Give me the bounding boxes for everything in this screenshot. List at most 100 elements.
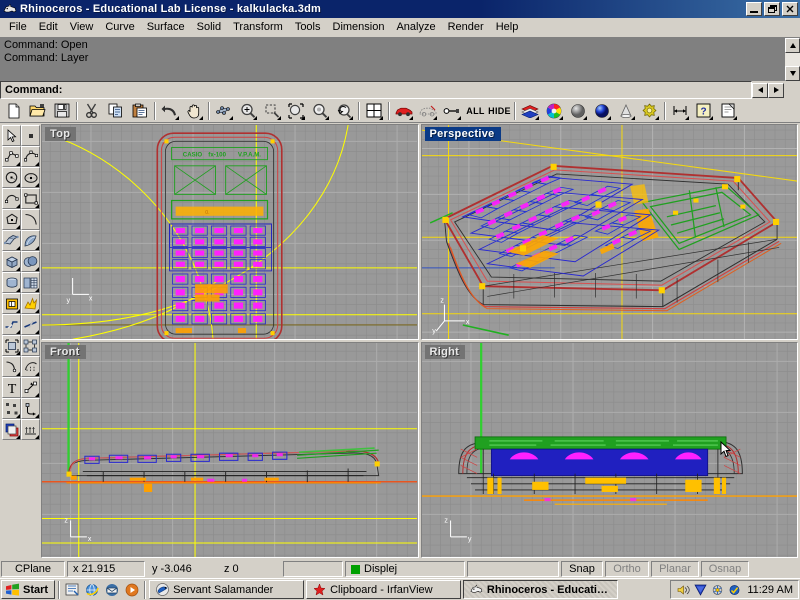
help-icon[interactable]: ? — [692, 99, 715, 122]
text-tool-icon[interactable]: T — [2, 377, 21, 398]
save-file-icon[interactable] — [50, 99, 73, 122]
command-input[interactable]: Command: — [0, 81, 752, 99]
taskitem-rhinoceros[interactable]: Rhinoceros - Educatio... — [463, 580, 619, 599]
ungroup-objects-icon[interactable] — [21, 335, 40, 356]
rotate-view-icon[interactable] — [212, 99, 235, 122]
polygon-icon[interactable] — [2, 209, 21, 230]
select-all-button[interactable]: ALL — [464, 99, 487, 122]
viewport-front[interactable]: xz Front — [41, 342, 419, 558]
circle-icon[interactable] — [2, 167, 21, 188]
ellipse-icon[interactable] — [21, 167, 40, 188]
select-arrow-icon[interactable] — [2, 125, 21, 146]
select-object-car-icon[interactable] — [392, 99, 415, 122]
revolve-solid-icon[interactable] — [2, 272, 21, 293]
extrude-icon[interactable] — [21, 419, 40, 440]
group-objects-icon[interactable] — [2, 335, 21, 356]
command-history-text[interactable]: Command: Open Command: Layer — [0, 38, 784, 81]
mesh-from-surface-icon[interactable] — [21, 272, 40, 293]
command-hscrollbar[interactable] — [752, 81, 800, 99]
undo-icon[interactable] — [158, 99, 181, 122]
taskitem-irfanview[interactable]: Clipboard - IrfanView — [306, 580, 462, 599]
close-button[interactable] — [782, 2, 798, 16]
zoom-selected-icon[interactable] — [308, 99, 331, 122]
scroll-track[interactable] — [785, 53, 800, 66]
menu-solid[interactable]: Solid — [191, 19, 227, 35]
menu-view[interactable]: View — [64, 19, 100, 35]
pan-hand-icon[interactable] — [182, 99, 205, 122]
scroll-up-button[interactable] — [785, 38, 800, 53]
menu-analyze[interactable]: Analyze — [390, 19, 441, 35]
command-history-scrollbar[interactable] — [784, 38, 800, 81]
taskitem-servant-salamander[interactable]: Servant Salamander — [149, 580, 305, 599]
bend-icon[interactable] — [21, 398, 40, 419]
scroll-left-button[interactable] — [752, 82, 768, 98]
split-icon[interactable] — [2, 314, 21, 335]
shaded-view-icon[interactable] — [566, 99, 589, 122]
copy-icon[interactable] — [104, 99, 127, 122]
viewport-top[interactable]: CASIO fx-100 V.P.A.M. 0. x y Top — [41, 124, 419, 340]
select-none-car-icon[interactable] — [416, 99, 439, 122]
surface-revolve-icon[interactable] — [21, 230, 40, 251]
scroll-down-button[interactable] — [785, 66, 800, 81]
zoom-previous-icon[interactable] — [332, 99, 355, 122]
trim-icon[interactable] — [2, 293, 21, 314]
curve-interpolate-icon[interactable] — [21, 146, 40, 167]
dimension-icon[interactable] — [668, 99, 691, 122]
show-desktop-icon[interactable] — [63, 581, 81, 599]
network-shield-icon[interactable] — [693, 583, 707, 597]
explode-icon[interactable] — [21, 293, 40, 314]
status-cplane[interactable]: CPlane — [1, 561, 65, 577]
outlook-express-icon[interactable] — [103, 581, 121, 599]
menu-surface[interactable]: Surface — [141, 19, 191, 35]
notes-icon[interactable] — [716, 99, 739, 122]
join-icon[interactable] — [21, 314, 40, 335]
taskbar-clock[interactable]: 11:29 AM — [747, 584, 793, 596]
paste-icon[interactable] — [128, 99, 151, 122]
polyline-icon[interactable] — [2, 146, 21, 167]
status-current-layer[interactable]: Displej — [345, 561, 465, 577]
status-osnap[interactable]: Osnap — [701, 561, 749, 577]
select-point-icon[interactable] — [440, 99, 463, 122]
scroll-right-button[interactable] — [768, 82, 784, 98]
four-view-icon[interactable] — [362, 99, 385, 122]
menu-dimension[interactable]: Dimension — [327, 19, 391, 35]
new-file-icon[interactable] — [2, 99, 25, 122]
status-snap[interactable]: Snap — [561, 561, 603, 577]
control-points-icon[interactable] — [2, 398, 21, 419]
start-button[interactable]: Start — [1, 580, 56, 599]
internet-explorer-icon[interactable] — [83, 581, 101, 599]
menu-render[interactable]: Render — [442, 19, 490, 35]
zoom-extents-icon[interactable] — [284, 99, 307, 122]
status-ortho[interactable]: Ortho — [605, 561, 649, 577]
scale-icon[interactable] — [21, 377, 40, 398]
arc-icon[interactable] — [2, 188, 21, 209]
cut-icon[interactable] — [80, 99, 103, 122]
layers-icon[interactable] — [518, 99, 541, 122]
boolean-union-icon[interactable] — [21, 251, 40, 272]
viewport-top-canvas[interactable]: CASIO fx-100 V.P.A.M. 0. xy — [42, 125, 418, 340]
menu-transform[interactable]: Transform — [227, 19, 289, 35]
array-curve-icon[interactable] — [21, 356, 40, 377]
viewport-front-label[interactable]: Front — [45, 345, 86, 359]
box-solid-icon[interactable] — [2, 251, 21, 272]
volume-icon[interactable] — [676, 583, 690, 597]
menu-tools[interactable]: Tools — [289, 19, 327, 35]
zoom-window-icon[interactable] — [260, 99, 283, 122]
hide-objects-button[interactable]: HIDE — [488, 99, 511, 122]
menu-help[interactable]: Help — [490, 19, 525, 35]
fillet-curve-icon[interactable] — [21, 209, 40, 230]
zoom-dynamic-icon[interactable] — [236, 99, 259, 122]
media-player-icon[interactable] — [123, 581, 141, 599]
menu-edit[interactable]: Edit — [33, 19, 64, 35]
viewport-right-label[interactable]: Right — [424, 345, 466, 359]
viewport-right[interactable]: yz Right — [420, 342, 798, 558]
point-object-icon[interactable] — [21, 125, 40, 146]
render-sphere-icon[interactable] — [590, 99, 613, 122]
menu-curve[interactable]: Curve — [99, 19, 140, 35]
color-wheel-icon[interactable] — [542, 99, 565, 122]
surface-from-curves-icon[interactable] — [2, 230, 21, 251]
open-file-icon[interactable] — [26, 99, 49, 122]
viewport-top-label[interactable]: Top — [45, 127, 77, 141]
light-cone-icon[interactable] — [614, 99, 637, 122]
minimize-button[interactable] — [746, 2, 762, 16]
